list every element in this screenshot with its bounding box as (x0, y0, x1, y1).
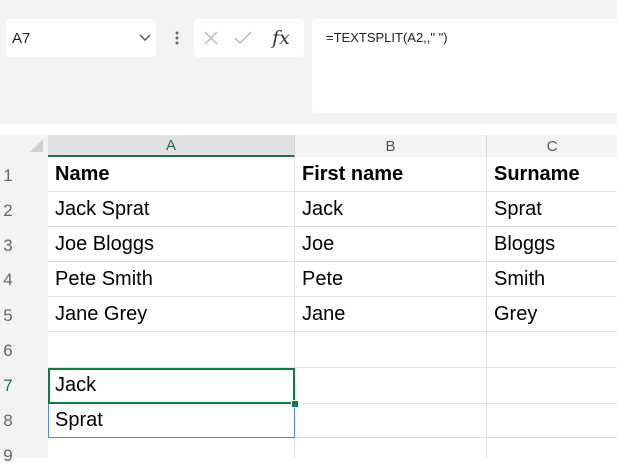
row-header[interactable]: 9 (0, 446, 16, 466)
cell-b8[interactable] (295, 404, 487, 438)
cell-b3[interactable]: Joe (295, 227, 487, 262)
cell-c7[interactable] (487, 368, 617, 404)
cell-b2[interactable]: Jack (295, 192, 487, 227)
cell-c3[interactable]: Bloggs (487, 227, 617, 262)
cell-a3[interactable]: Joe Bloggs (48, 227, 295, 262)
chevron-down-icon[interactable] (134, 25, 156, 51)
column-header-a[interactable]: A (48, 135, 295, 157)
row-headers: 1 2 3 4 5 6 7 8 9 (0, 157, 48, 465)
row-header[interactable]: 2 (0, 201, 16, 221)
cell-c4[interactable]: Smith (487, 262, 617, 297)
cell-c5[interactable]: Grey (487, 297, 617, 332)
row-header[interactable]: 6 (0, 341, 16, 361)
cell-b7[interactable] (295, 368, 487, 404)
cell-b4[interactable]: Pete (295, 262, 487, 297)
cell-b1[interactable]: First name (295, 157, 487, 192)
cell-c9[interactable] (487, 438, 617, 458)
cell-c6[interactable] (487, 332, 617, 368)
cell-b5[interactable]: Jane (295, 297, 487, 332)
cell-c2[interactable]: Sprat (487, 192, 617, 227)
cell-a9[interactable] (48, 438, 295, 458)
cell-a2[interactable]: Jack Sprat (48, 192, 295, 227)
column-headers: A B C (0, 135, 617, 157)
cell-a7[interactable]: Jack (48, 368, 295, 404)
row-header[interactable]: 3 (0, 236, 16, 256)
formula-actions: fx (194, 19, 304, 57)
insert-function-icon[interactable]: fx (266, 23, 296, 53)
cell-c1[interactable]: Surname (487, 157, 617, 192)
cell-a1[interactable]: Name (48, 157, 295, 192)
cell-b6[interactable] (295, 332, 487, 368)
column-header-b[interactable]: B (295, 135, 487, 157)
enter-check-icon[interactable] (230, 25, 256, 51)
formula-bar-input[interactable]: =TEXTSPLIT(A2,," ") (312, 19, 617, 113)
cell-a5[interactable]: Jane Grey (48, 297, 295, 332)
row-header[interactable]: 4 (0, 270, 16, 290)
more-options-icon[interactable] (172, 28, 182, 48)
cell-c8[interactable] (487, 404, 617, 438)
cancel-x-icon[interactable] (198, 25, 224, 51)
select-all-corner[interactable] (30, 139, 43, 152)
formula-toolbar: A7 fx =TEXTSPLIT(A2,," ") (0, 0, 617, 124)
cell-a4[interactable]: Pete Smith (48, 262, 295, 297)
cell-a6[interactable] (48, 332, 295, 368)
row-header[interactable]: 1 (0, 166, 16, 186)
column-header-c[interactable]: C (487, 135, 617, 157)
cell-a8[interactable]: Sprat (48, 404, 295, 438)
name-box-value: A7 (12, 29, 31, 47)
row-header[interactable]: 7 (0, 376, 16, 396)
name-box[interactable]: A7 (6, 19, 156, 57)
cell-b9[interactable] (295, 438, 487, 458)
row-header[interactable]: 8 (0, 411, 16, 431)
sheet-grid: Name First name Surname Jack Sprat Jack … (48, 157, 617, 458)
row-header[interactable]: 5 (0, 306, 16, 326)
fill-handle[interactable] (291, 400, 299, 408)
